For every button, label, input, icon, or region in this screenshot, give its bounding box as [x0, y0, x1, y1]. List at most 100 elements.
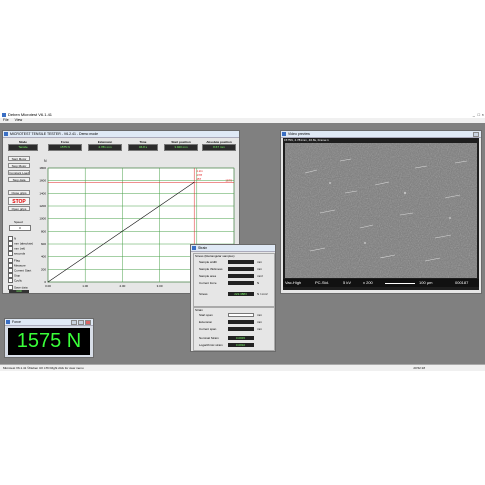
status-bar: Microtest V6.1.41 ©Deben UK LTD Right cl… — [0, 364, 485, 371]
sample-thickness-input[interactable] — [228, 267, 254, 271]
close-grips-button[interactable]: Close grips — [8, 190, 30, 195]
save-data-value: 1000 — [9, 290, 29, 293]
option-label: N — [14, 236, 17, 241]
option-label: seconds — [14, 251, 26, 256]
row-label: Extension — [199, 320, 213, 324]
video-title: Video preview — [288, 132, 310, 136]
option-label: mm (absolute) — [14, 241, 34, 246]
speed-input[interactable]: 0 — [9, 225, 31, 231]
stress-value: 222.3883 — [228, 292, 254, 296]
option-label: Current Start — [14, 268, 32, 273]
option-label: mm (rel) — [14, 246, 26, 251]
y-tick-label: 1800 — [39, 166, 46, 170]
x-tick-label: 1.00 — [82, 284, 88, 288]
menu-view[interactable]: View — [15, 118, 23, 122]
close-icon[interactable] — [473, 132, 479, 137]
tester-title-bar: MICROTEST TENSILE TESTER - V6.2.41 - Dem… — [3, 131, 239, 138]
x-tick-label: 3.00 — [157, 284, 163, 288]
frame-counter: 000187 — [455, 280, 469, 285]
force-readout: 1575 N — [8, 328, 90, 355]
save-data-label: Save data — [14, 285, 28, 290]
row-label: Current span — [199, 327, 217, 331]
start-motor-button[interactable]: Start Motor — [8, 156, 30, 161]
speed-label: Speed — [14, 220, 23, 224]
row-label: Sample width — [199, 260, 218, 264]
current-span-value — [228, 327, 254, 331]
force-window: Force 1575 N — [4, 318, 94, 358]
current-force-value — [228, 281, 254, 285]
row-label: Start span — [199, 313, 213, 317]
start-span-row: Start span mm — [193, 312, 275, 319]
sem-image-frame: 1575N, 4.781mm, 46.8s, Frame:1 Vac-High … — [283, 138, 479, 290]
stress-group-title: Stress (Rectangular samples) — [195, 254, 235, 258]
y-tick-label: 1000 — [39, 217, 46, 221]
minimize-icon[interactable] — [71, 320, 77, 325]
extension-row: Extension mm — [193, 319, 275, 326]
option-label: Measure — [14, 263, 26, 268]
force-window-title: Force — [12, 320, 21, 324]
x-tick-label: 0.00 — [45, 284, 51, 288]
sem-info-bar: Vac-High PC-Std. 5 kV x 200 100 µm 00018… — [283, 279, 479, 287]
row-unit: mm — [257, 267, 262, 271]
status-text: Microtest V6.1.41 ©Deben UK LTD Right cl… — [3, 366, 84, 370]
option-cyclic[interactable]: Cyclic — [8, 278, 22, 283]
sem-image — [285, 143, 477, 278]
y-tick-label: 1400 — [39, 191, 46, 195]
extension-value — [228, 320, 254, 324]
stress-unit: N / mm² — [257, 292, 268, 296]
window-icon — [6, 320, 10, 324]
window-icon — [192, 246, 196, 250]
data-point — [47, 281, 49, 283]
app-icon — [2, 113, 6, 117]
nominal-strain-label: Nominal Strain — [199, 336, 219, 340]
menu-bar: File View — [0, 118, 485, 123]
start-span-input[interactable] — [228, 313, 254, 317]
y-tick-label: 600 — [41, 242, 46, 246]
scale-bar — [385, 283, 415, 284]
option-label: Cyclic — [14, 278, 22, 283]
open-grips-button[interactable]: Open grips — [8, 206, 30, 211]
stop-data-button[interactable]: Stop data — [8, 177, 30, 182]
y-axis-unit: N — [44, 159, 47, 163]
sample-thickness-row: Sample thickness mm — [193, 266, 275, 273]
sample-width-input[interactable] — [228, 260, 254, 264]
row-unit: mm — [257, 320, 262, 324]
close-icon[interactable] — [85, 320, 91, 325]
video-title-bar: Video preview — [281, 131, 481, 138]
row-label: Current force — [199, 281, 217, 285]
detector-mode: PC-Std. — [315, 280, 330, 285]
constant-load-button[interactable]: Constant Load — [8, 170, 30, 175]
magnification: x 200 — [363, 280, 373, 285]
menu-file[interactable]: File — [3, 118, 9, 122]
tester-title: MICROTEST TENSILE TESTER - V6.2.41 - Dem… — [10, 132, 99, 136]
row-label: Sample thickness — [199, 267, 223, 271]
absolute-position-label: Absolute position — [206, 140, 232, 144]
sample-width-row: Sample width mm — [193, 259, 275, 266]
maximize-icon[interactable] — [78, 320, 84, 325]
option-seconds[interactable]: seconds — [8, 251, 25, 256]
y-tick-label: 400 — [41, 255, 46, 259]
log-strain-row: Logarithmic strain 0.0810 — [193, 342, 275, 349]
current-span-row: Current span mm — [193, 326, 275, 333]
log-strain-value: 0.0810 — [228, 343, 254, 347]
row-unit: mm — [257, 313, 262, 317]
force-title-bar: Force — [5, 319, 93, 326]
strain-title-bar: Strain — [191, 245, 275, 252]
radio-icon — [8, 251, 13, 256]
app-title: Deben Microtest V6.1.41 — [8, 112, 53, 117]
option-label: Flag — [14, 258, 20, 263]
status-clock: 20:52:18 — [413, 366, 425, 370]
stop-motor-button[interactable]: Stop Motor — [8, 163, 30, 168]
sample-area-value — [228, 274, 254, 278]
y-tick-label: 1200 — [39, 204, 46, 208]
accelerating-voltage: 5 kV — [343, 280, 352, 285]
row-label: Sample area — [199, 274, 217, 278]
nominal-strain-value: 0.0845 — [228, 336, 254, 340]
stop-button[interactable]: STOP — [8, 197, 30, 205]
row-unit: mm — [257, 327, 262, 331]
vacuum-mode: Vac-High — [285, 280, 302, 285]
log-strain-label: Logarithmic strain — [199, 343, 223, 347]
window-icon — [4, 132, 8, 136]
y-tick-label: 1600 — [39, 179, 46, 183]
row-unit: mm² — [257, 274, 263, 278]
